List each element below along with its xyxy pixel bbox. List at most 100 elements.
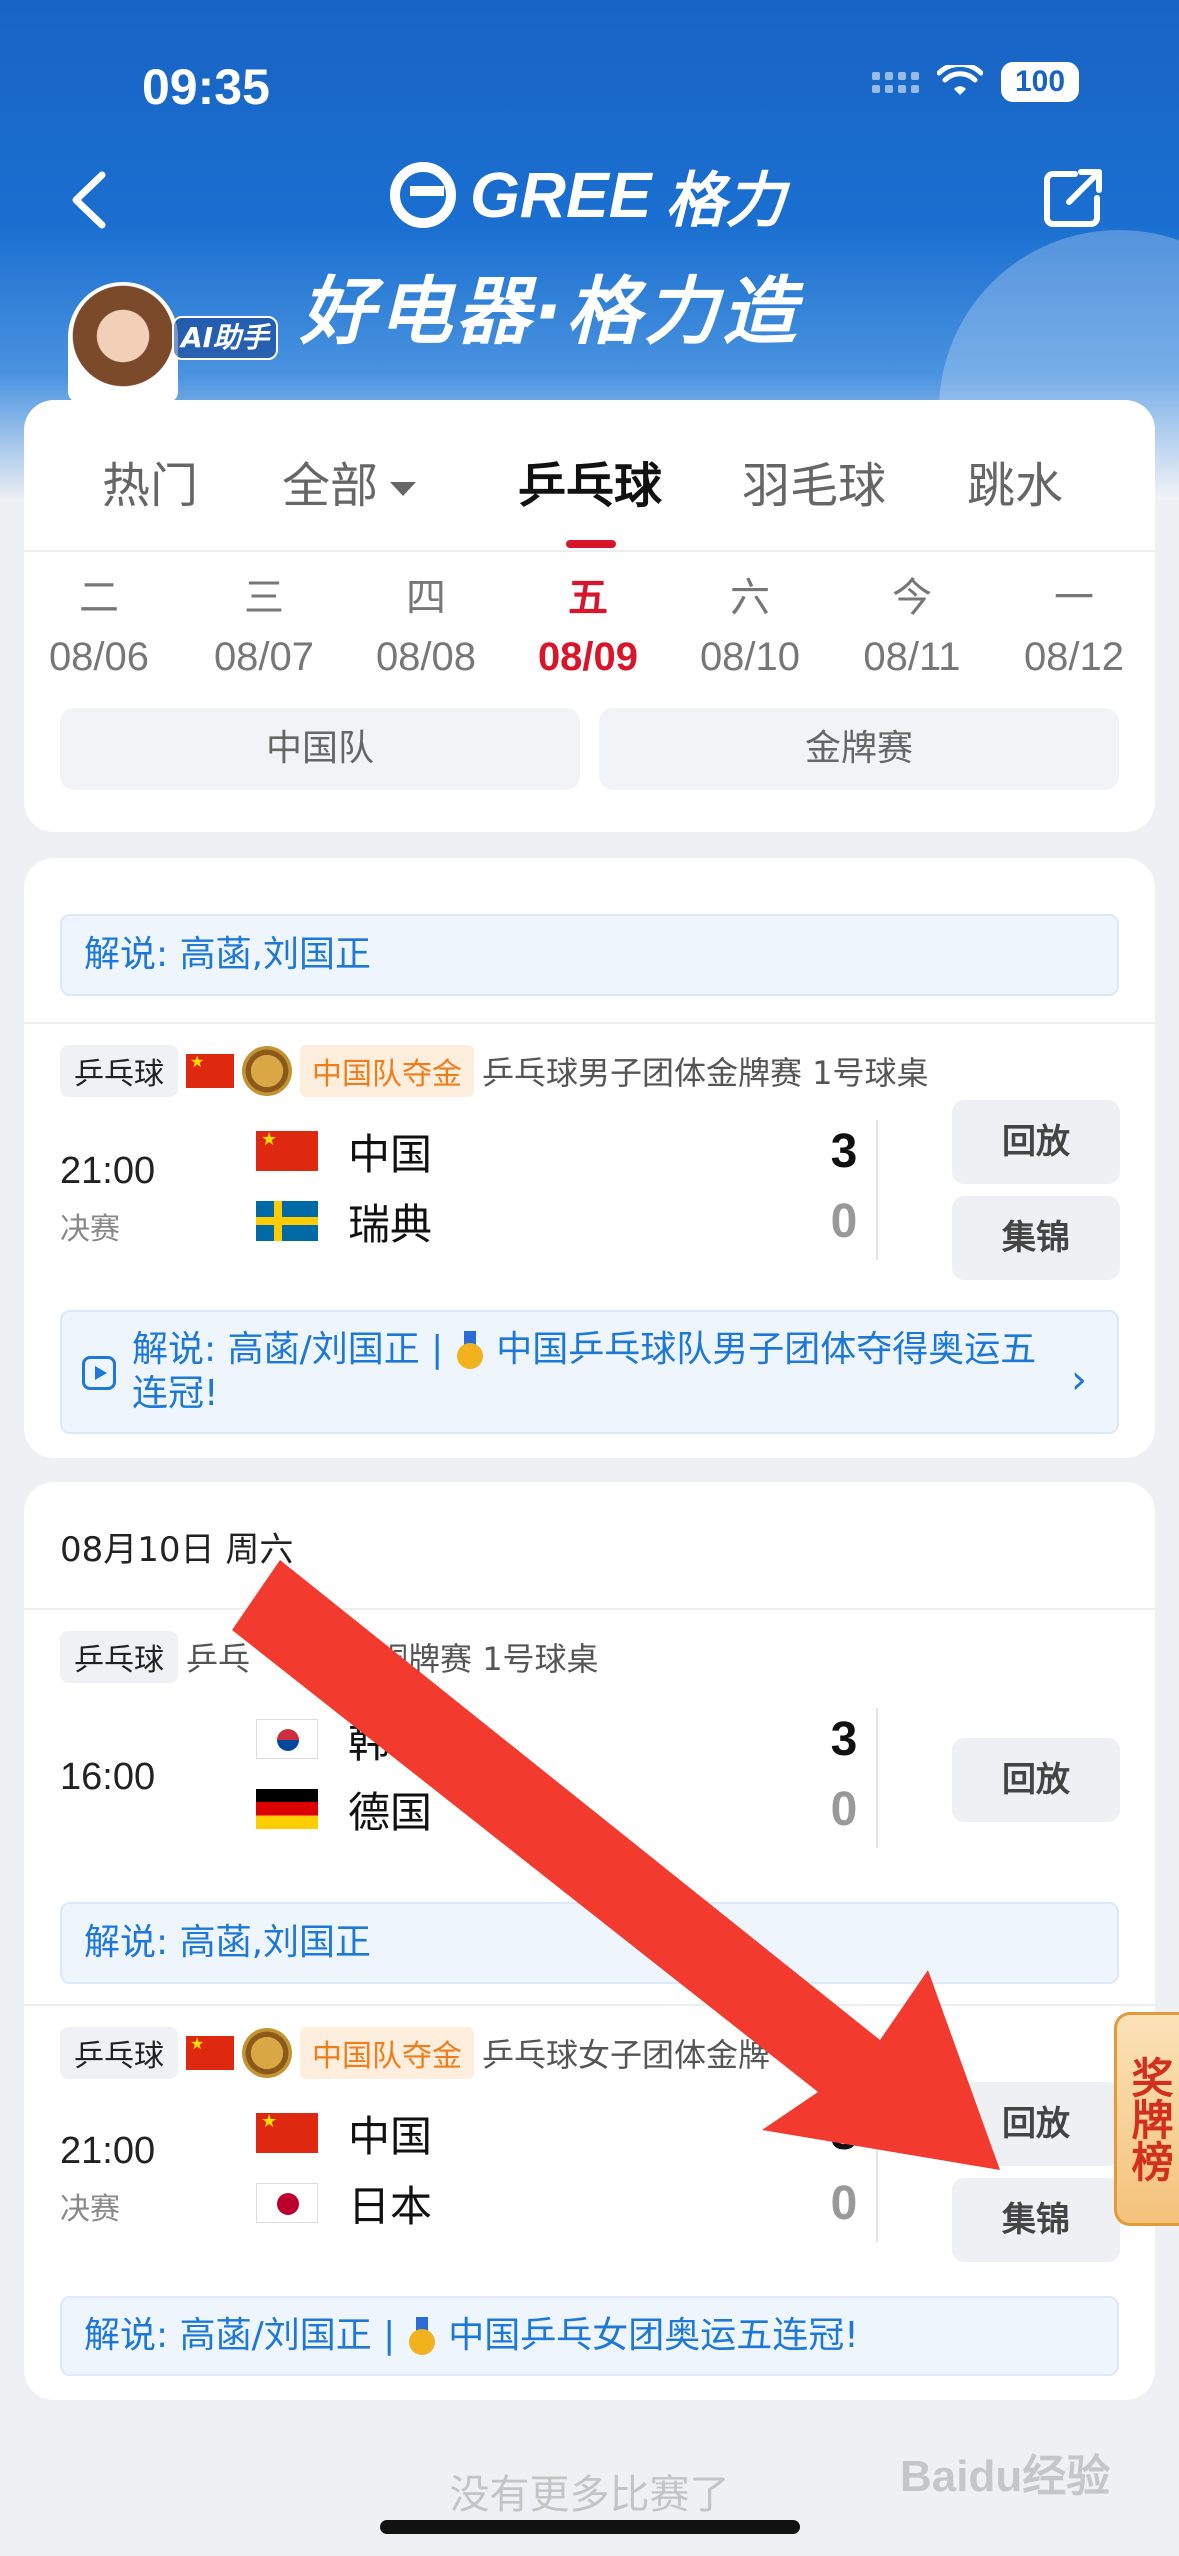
ai-assistant-avatar[interactable] <box>68 282 178 402</box>
status-time: 09:35 <box>142 59 270 115</box>
china-flag-icon <box>186 2034 234 2070</box>
tab-all[interactable]: 全部 <box>282 446 417 516</box>
date-weekday: 六 <box>730 575 770 621</box>
home-indicator[interactable] <box>380 2520 800 2534</box>
commentary-bar[interactable]: 解说: 高菡,刘国正 <box>60 914 1119 996</box>
tab-all-label: 全部 <box>282 458 379 514</box>
brand-en: GREE <box>470 159 652 231</box>
gree-logo: GREE 格力 <box>390 159 785 234</box>
divider <box>24 1022 1155 1024</box>
china-flag-icon <box>186 1052 234 1088</box>
replay-button[interactable]: 回放 <box>952 1738 1120 1822</box>
sport-tabs: 热门 全部 乒乓球 羽毛球 跳水 <box>24 400 1155 550</box>
highlights-button[interactable]: 集锦 <box>952 1196 1120 1280</box>
team-row: 中国 <box>256 1126 432 1179</box>
divider <box>876 1120 878 1260</box>
date-day: 08/06 <box>48 635 150 679</box>
share-icon[interactable] <box>1039 162 1109 232</box>
sweden-flag-icon <box>256 1201 318 1241</box>
team-name: 韩 <box>348 1717 391 1767</box>
date-item[interactable]: 今 08/11 <box>832 565 992 680</box>
team-row: 中国 <box>256 2108 432 2161</box>
sport-tag: 乒乓球 <box>60 2027 178 2079</box>
china-flag-icon <box>256 1131 318 1171</box>
ai-assistant-badge[interactable]: AI助手 <box>172 316 278 360</box>
team-score: 3 <box>830 1125 858 1178</box>
date-weekday: 四 <box>406 575 446 621</box>
team-score: 3 <box>830 1713 858 1766</box>
commentary-prefix: 解说: 高菡/刘国正 | <box>132 1329 444 1370</box>
date-day: 08/11 <box>863 635 961 679</box>
match-title: 乒乓球男子团体金牌赛 1号球桌 <box>482 1054 929 1092</box>
filter-gold-match[interactable]: 金牌赛 <box>599 708 1119 790</box>
team-score: 3 <box>830 2107 858 2160</box>
slogan: 好电器·格力造 <box>300 269 801 355</box>
date-item[interactable]: 二 08/06 <box>24 565 179 680</box>
match-title: 乒乓球女子团体金牌 <box>482 2036 771 2074</box>
team-row: 德国 <box>256 1784 432 1837</box>
tab-diving[interactable]: 跳水 <box>967 446 1063 516</box>
divider <box>24 550 1155 552</box>
divider <box>24 2004 1155 2006</box>
team-row: 日本 <box>256 2178 432 2231</box>
chevron-right-icon: › <box>1071 1357 1087 1403</box>
match-stage: 决赛 <box>60 2192 120 2227</box>
china-gold-tag: 中国队夺金 <box>300 2027 474 2079</box>
gold-medal-icon <box>242 2028 292 2078</box>
match-card: 解说: 高菡,刘国正 乒乓球 中国队夺金 乒乓球男子团体金牌赛 1号球桌 21:… <box>24 858 1155 1458</box>
date-item-selected[interactable]: 五 08/09 <box>508 565 668 680</box>
match-title-end: 桌 <box>886 2036 919 2074</box>
date-weekday: 五 <box>568 575 608 621</box>
team-row: 韩 <box>256 1714 390 1767</box>
date-day: 08/12 <box>1023 635 1125 679</box>
gold-medal-icon <box>242 1046 292 1096</box>
tab-table-tennis[interactable]: 乒乓球 <box>518 446 662 516</box>
team-name: 日本 <box>348 2181 433 2231</box>
replay-button[interactable]: 回放 <box>952 2082 1120 2166</box>
team-score: 0 <box>830 1783 858 1836</box>
match-time: 21:00 <box>60 1150 156 1192</box>
korea-flag-icon <box>256 1719 318 1759</box>
commentary-text: 中国乒乓女团奥运五连冠! <box>448 2315 859 2356</box>
signal-icon <box>872 71 919 93</box>
team-name: 瑞典 <box>348 1199 433 1249</box>
status-icons: 100 <box>872 62 1079 102</box>
date-day: 08/09 <box>537 635 639 679</box>
date-item[interactable]: 三 08/07 <box>184 565 344 680</box>
gree-logo-mark <box>390 162 456 228</box>
commentary-bar[interactable]: 解说: 高菡/刘国正 | 中国乒乓女团奥运五连冠! <box>60 2296 1119 2376</box>
active-tab-indicator <box>566 540 616 548</box>
match-tagline: 乒乓球 中国队夺金 乒乓球男子团体金牌赛 1号球桌 <box>60 1045 929 1097</box>
date-weekday: 一 <box>1054 575 1094 621</box>
tab-hot[interactable]: 热门 <box>102 446 198 516</box>
wifi-icon <box>937 65 983 95</box>
commentary-bar[interactable]: 解说: 高菡,刘国正 <box>60 1902 1119 1984</box>
date-item[interactable]: 一 08/12 <box>994 565 1154 680</box>
brand-cn: 格力 <box>665 166 786 234</box>
caret-down-icon <box>390 482 417 496</box>
divider <box>876 1708 878 1848</box>
date-weekday: 二 <box>79 575 119 621</box>
replay-button[interactable]: 回放 <box>952 1100 1120 1184</box>
china-flag-icon <box>256 2113 318 2153</box>
sport-tag: 乒乓球 <box>60 1045 178 1097</box>
match-title-right: 子团体铜牌赛 1号球桌 <box>280 1640 599 1678</box>
team-name: 中国 <box>348 1129 433 1179</box>
commentary-prefix: 解说: 高菡/刘国正 | <box>84 2315 396 2356</box>
medal-table-tab[interactable]: 奖牌榜 <box>1114 2012 1179 2226</box>
date-weekday: 今 <box>892 575 932 621</box>
tab-badminton[interactable]: 羽毛球 <box>742 446 886 516</box>
date-item[interactable]: 六 08/10 <box>670 565 830 680</box>
back-icon[interactable] <box>60 165 120 235</box>
highlights-button[interactable]: 集锦 <box>952 2178 1120 2262</box>
team-score: 0 <box>830 1195 858 1248</box>
team-score: 0 <box>830 2177 858 2230</box>
filter-china-team[interactable]: 中国队 <box>60 708 580 790</box>
match-tagline: 乒乓球 乒乓 子团体铜牌赛 1号球桌 <box>60 1631 599 1683</box>
divider <box>876 2102 878 2242</box>
sport-tag: 乒乓球 <box>60 1631 178 1683</box>
divider <box>24 1608 1155 1610</box>
date-item[interactable]: 四 08/08 <box>346 565 506 680</box>
commentary-bar[interactable]: 解说: 高菡/刘国正 | 中国乒乓球队男子团体夺得奥运五连冠! › <box>60 1310 1119 1434</box>
play-icon <box>82 1356 116 1390</box>
